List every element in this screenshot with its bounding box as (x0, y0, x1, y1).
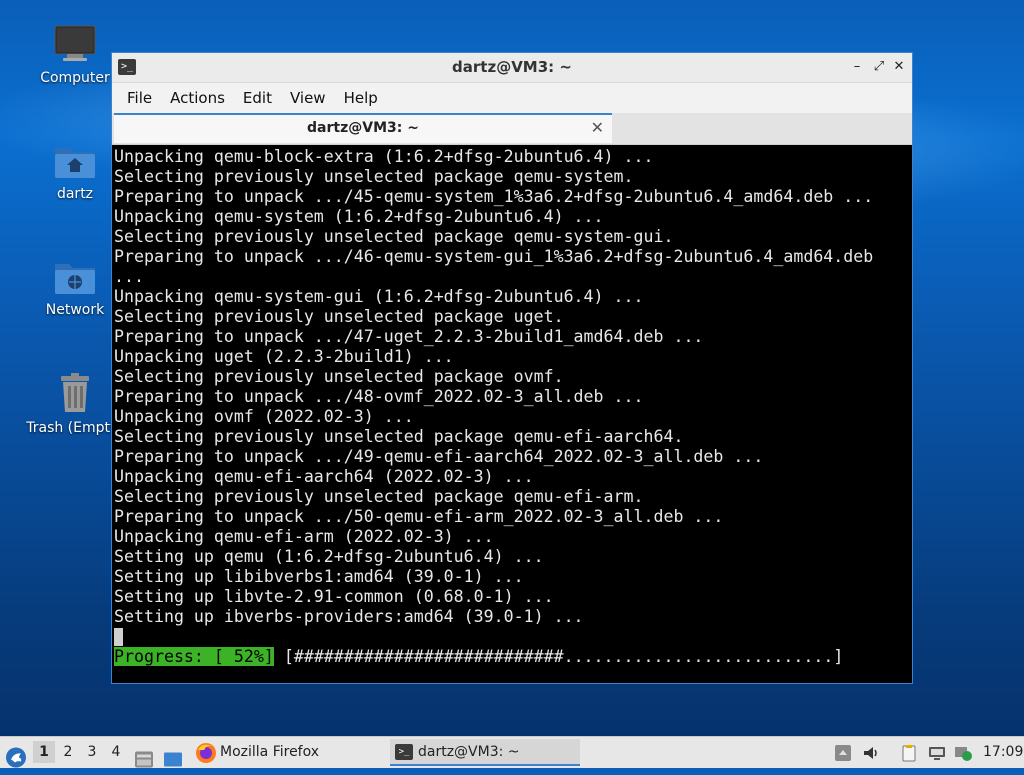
terminal-line: Selecting previously unselected package … (114, 367, 564, 386)
terminal-line: Selecting previously unselected package … (114, 307, 564, 326)
terminal-cursor-line (114, 627, 912, 647)
progress-row: Progress: [ 52%] [######################… (114, 647, 912, 667)
task-label: Mozilla Firefox (220, 744, 320, 760)
workspace-2[interactable]: 2 (57, 741, 79, 763)
task-terminal[interactable]: >_ dartz@VM3: ~ (390, 739, 580, 766)
tab-bar: dartz@VM3: ~ ✕ (112, 113, 912, 145)
terminal-line: Unpacking ovmf (2022.02-3) ... (114, 407, 414, 426)
workspace-4[interactable]: 4 (105, 741, 127, 763)
window-title: dartz@VM3: ~ (452, 58, 572, 76)
computer-icon (54, 25, 96, 61)
network-folder-icon (55, 264, 95, 294)
menu-help[interactable]: Help (335, 83, 387, 113)
tab-label: dartz@VM3: ~ (307, 120, 419, 136)
menu-view[interactable]: View (281, 83, 335, 113)
terminal-line: Selecting previously unselected package … (114, 487, 644, 506)
firefox-icon (196, 743, 216, 763)
start-menu-icon[interactable] (5, 742, 27, 773)
terminal-line: Preparing to unpack .../45-qemu-system_1… (114, 187, 874, 206)
terminal-line: Preparing to unpack .../48-ovmf_2022.02-… (114, 387, 644, 406)
terminal-line: Selecting previously unselected package … (114, 227, 674, 246)
terminal-line: Setting up ibverbs-providers:amd64 (39.0… (114, 607, 584, 626)
terminal-line: Unpacking qemu-efi-aarch64 (2022.02-3) .… (114, 467, 534, 486)
terminal-line: Setting up qemu (1:6.2+dfsg-2ubuntu6.4) … (114, 547, 544, 566)
volume-icon[interactable] (862, 744, 880, 762)
progress-label: Progress: [ 52%] (114, 647, 274, 666)
trash-icon (61, 373, 89, 412)
menu-actions[interactable]: Actions (161, 83, 234, 113)
terminal-line: ... (114, 267, 144, 286)
terminal-output[interactable]: Unpacking qemu-block-extra (1:6.2+dfsg-2… (112, 145, 912, 683)
terminal-line: Preparing to unpack .../46-qemu-system-g… (114, 247, 874, 266)
terminal-line: Selecting previously unselected package … (114, 427, 684, 446)
terminal-window: >_ dartz@VM3: ~ – ⤢ ✕ File Actions Edit … (111, 52, 913, 684)
clipboard-icon[interactable] (900, 744, 918, 762)
network-tray-icon[interactable] (928, 744, 946, 762)
task-firefox[interactable]: Mozilla Firefox (192, 739, 382, 766)
tab-terminal[interactable]: dartz@VM3: ~ ✕ (114, 113, 612, 143)
terminal-icon: >_ (395, 744, 413, 760)
terminal-line: Unpacking qemu-block-extra (1:6.2+dfsg-2… (114, 147, 654, 166)
terminal-line: Preparing to unpack .../47-uget_2.2.3-2b… (114, 327, 704, 346)
window-titlebar[interactable]: >_ dartz@VM3: ~ – ⤢ ✕ (112, 53, 912, 83)
show-desktop-icon[interactable] (163, 744, 183, 775)
terminal-line: Setting up libvte-2.91-common (0.68.0-1)… (114, 587, 554, 606)
minimize-button[interactable]: – (848, 58, 866, 76)
tab-close-icon[interactable]: ✕ (591, 118, 604, 137)
maximize-button[interactable]: ⤢ (870, 58, 888, 76)
terminal-line: Setting up libibverbs1:amd64 (39.0-1) ..… (114, 567, 524, 586)
notification-icon[interactable] (834, 744, 852, 762)
terminal-line: Preparing to unpack .../50-qemu-efi-arm_… (114, 507, 724, 526)
workspace-1[interactable]: 1 (33, 741, 55, 763)
menu-file[interactable]: File (118, 83, 161, 113)
home-folder-icon (55, 148, 95, 178)
terminal-line: Preparing to unpack .../49-qemu-efi-aarc… (114, 447, 764, 466)
close-button[interactable]: ✕ (890, 58, 908, 76)
terminal-line: Unpacking uget (2.2.3-2build1) ... (114, 347, 454, 366)
taskbar: 1 2 3 4 Mozilla Firefox >_ dartz@VM3: ~ (0, 736, 1024, 768)
file-manager-launcher-icon[interactable] (134, 744, 154, 775)
progress-bar: [###########################............… (273, 647, 844, 666)
workspace-3[interactable]: 3 (81, 741, 103, 763)
terminal-line: Unpacking qemu-system-gui (1:6.2+dfsg-2u… (114, 287, 644, 306)
clock[interactable]: 17:09 (983, 737, 1023, 768)
update-notifier-icon[interactable] (954, 744, 972, 762)
terminal-line: Selecting previously unselected package … (114, 167, 634, 186)
terminal-line: Unpacking qemu-system (1:6.2+dfsg-2ubunt… (114, 207, 604, 226)
menu-edit[interactable]: Edit (234, 83, 281, 113)
menu-bar: File Actions Edit View Help (112, 83, 912, 113)
task-label: dartz@VM3: ~ (418, 744, 520, 760)
terminal-cursor (114, 628, 123, 646)
terminal-line: Unpacking qemu-efi-arm (2022.02-3) ... (114, 527, 494, 546)
